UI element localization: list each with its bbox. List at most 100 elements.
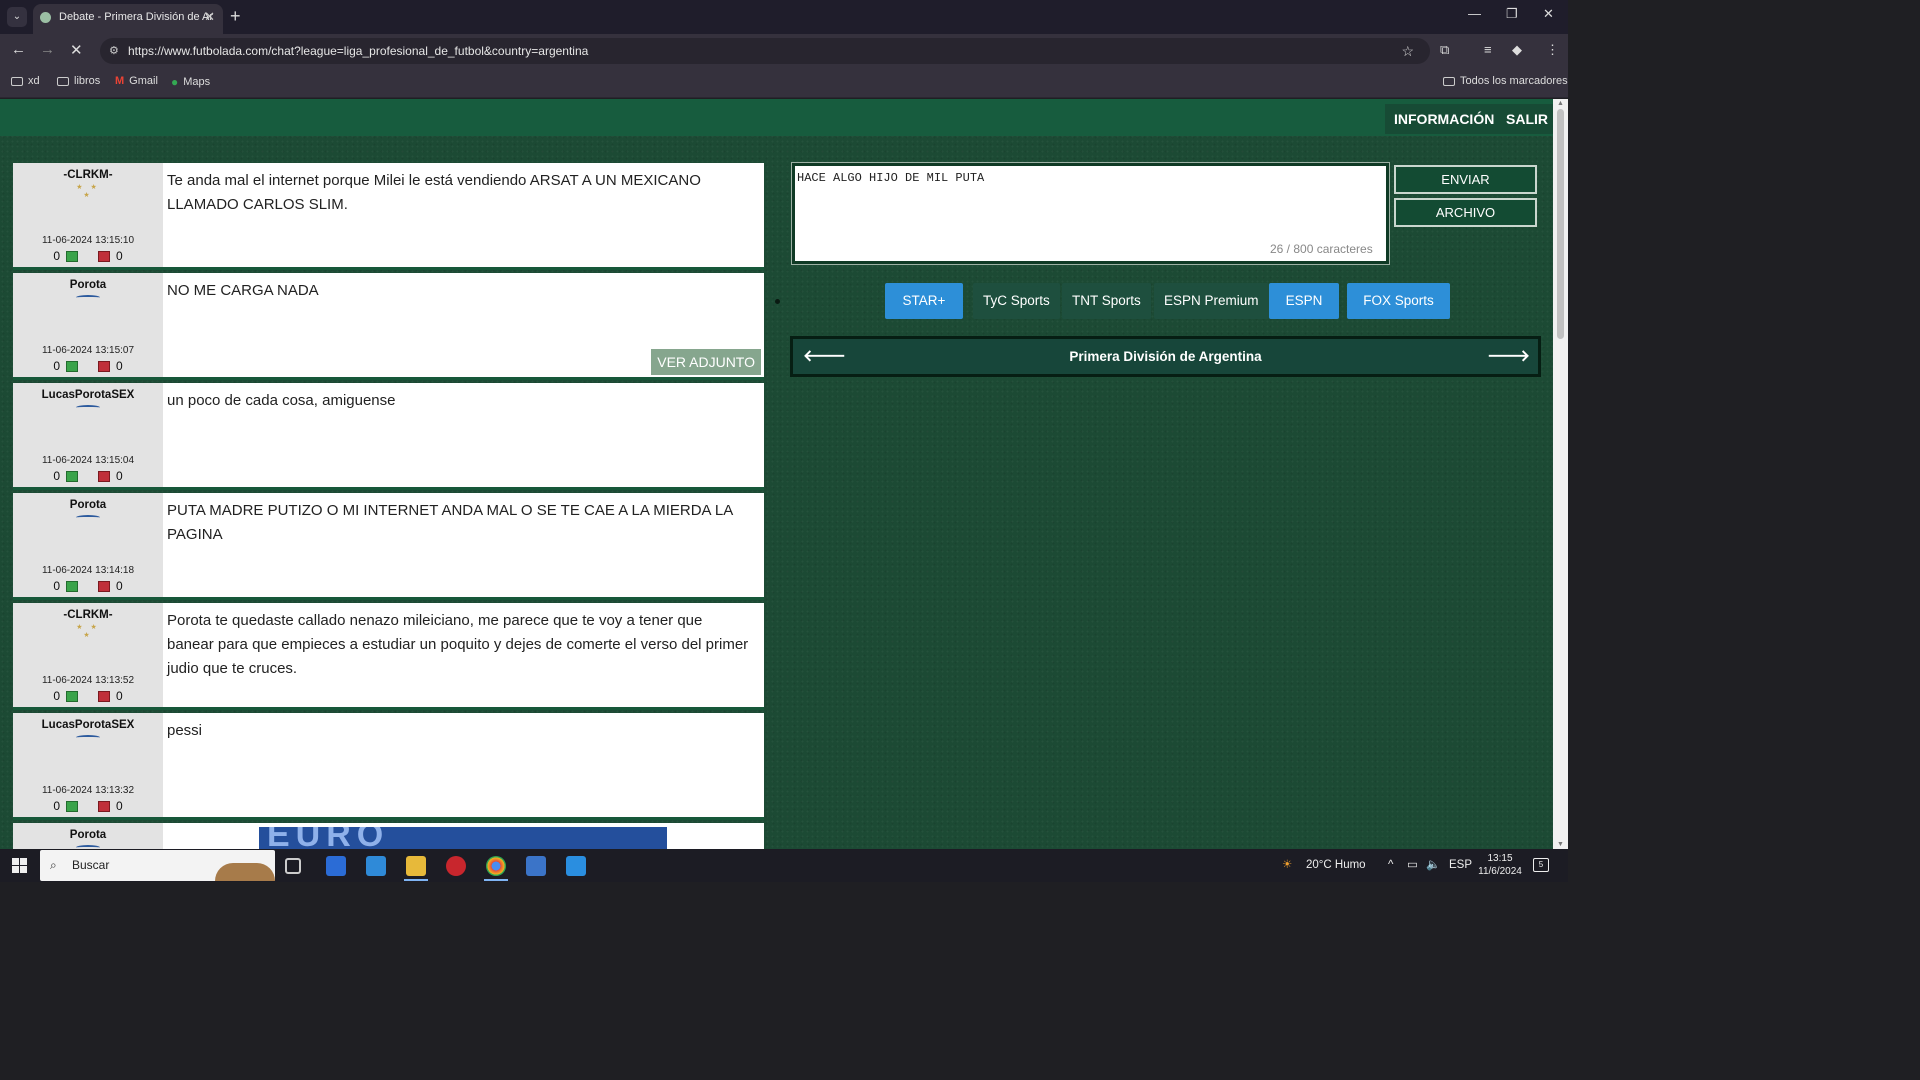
site-settings-icon[interactable]: ⚙ (109, 38, 119, 64)
browser-tab[interactable]: Debate - Primera División de Ar ✕ (33, 4, 223, 34)
channel-tnt-sports[interactable]: TNT Sports (1062, 283, 1151, 319)
all-bookmarks[interactable]: Todos los marcadores (1443, 75, 1568, 87)
next-league-arrow-icon[interactable]: 🡒 (1487, 339, 1530, 374)
extensions-icon[interactable]: ⧉ (1440, 42, 1449, 58)
rank-stars-icon: ★ ★ ★ (76, 184, 100, 199)
channel-espn-premium[interactable]: ESPN Premium (1154, 283, 1269, 319)
downvote-count: 0 (116, 579, 123, 593)
message-text: un poco de cada cosa, amiguense (167, 392, 396, 409)
chat-message: LucasPorotaSEX 11-06-2024 13:15:04 0 0 u… (13, 383, 764, 490)
weather-icon[interactable]: ☀ (1282, 849, 1292, 882)
thumbs-down-icon[interactable] (98, 250, 110, 262)
message-username[interactable]: -CLRKM- (13, 169, 163, 181)
message-votes: 0 0 (13, 579, 163, 593)
window-close-icon[interactable]: ✕ (1543, 6, 1554, 22)
chat-message: -CLRKM- ★ ★ ★ 11-06-2024 13:15:10 0 0 Te… (13, 163, 764, 270)
store-icon[interactable] (326, 856, 346, 876)
thumbs-up-icon[interactable] (66, 360, 78, 372)
thumbs-up-icon[interactable] (66, 800, 78, 812)
menu-kebab-icon[interactable]: ⋮ (1546, 42, 1559, 58)
message-text: PUTA MADRE PUTIZO O MI INTERNET ANDA MAL… (167, 502, 733, 543)
thumbs-up-icon[interactable] (66, 580, 78, 592)
message-username[interactable]: Porota (13, 499, 163, 511)
language-indicator[interactable]: ESP (1449, 849, 1472, 882)
chat-message: LucasPorotaSEX 11-06-2024 13:13:32 0 0 p… (13, 713, 764, 820)
message-username[interactable]: -CLRKM- (13, 609, 163, 621)
thumbs-down-icon[interactable] (98, 800, 110, 812)
send-button[interactable]: ENVIAR (1394, 165, 1537, 194)
folder-icon (1443, 76, 1455, 86)
ad-banner-text: EURO (267, 827, 390, 849)
tab-list-chevron-icon[interactable]: ⌄ (7, 7, 27, 27)
scrollbar-thumb[interactable] (1557, 109, 1564, 339)
network-icon[interactable]: ▭ (1407, 849, 1418, 882)
new-tab-plus-icon[interactable]: + (230, 6, 241, 27)
bookmark-maps[interactable]: ● Maps (171, 75, 210, 89)
scroll-down-icon[interactable]: ▼ (1557, 841, 1564, 848)
file-explorer-icon[interactable] (406, 856, 426, 876)
attach-file-button[interactable]: ARCHIVO (1394, 198, 1537, 227)
weather-text[interactable]: 20°C Humo (1306, 849, 1366, 882)
message-author-panel: LucasPorotaSEX 11-06-2024 13:13:32 0 0 (13, 713, 163, 820)
forward-arrow-icon[interactable]: → (40, 41, 55, 58)
info-button[interactable]: INFORMACIÓN (1385, 104, 1504, 134)
thumbs-down-icon[interactable] (98, 360, 110, 372)
media-controls-icon[interactable]: ≡ (1484, 42, 1492, 57)
mail-icon[interactable] (366, 856, 386, 876)
logout-button[interactable]: SALIR (1497, 104, 1553, 134)
back-arrow-icon[interactable]: ← (11, 41, 26, 58)
channel-espn[interactable]: ESPN (1269, 283, 1339, 319)
message-username[interactable]: LucasPorotaSEX (13, 389, 163, 401)
bookmark-gmail[interactable]: M Gmail (115, 75, 158, 87)
taskbar-search[interactable]: ⌕ Buscar (40, 850, 275, 881)
message-username[interactable]: LucasPorotaSEX (13, 719, 163, 731)
page-scrollbar[interactable]: ▲ ▼ (1553, 99, 1568, 849)
show-hidden-icons-chevron-icon[interactable]: ^ (1388, 849, 1393, 882)
taskbar-clock[interactable]: 13:15 11/6/2024 (1470, 852, 1530, 878)
bullet-dot (775, 299, 780, 304)
address-bar[interactable]: ⚙ https://www.futbolada.com/chat?league=… (100, 38, 1430, 64)
powershell-icon[interactable] (526, 856, 546, 876)
downvote-count: 0 (116, 469, 123, 483)
stop-loading-icon[interactable]: ✕ (70, 41, 83, 59)
thumbs-up-icon[interactable] (66, 250, 78, 262)
upvote-count: 0 (53, 579, 60, 593)
thumbs-up-icon[interactable] (66, 470, 78, 482)
bookmark-label: libros (74, 75, 101, 87)
close-tab-icon[interactable]: ✕ (204, 4, 215, 30)
channel-star-plus[interactable]: STAR+ (885, 283, 963, 319)
message-divider (13, 597, 764, 600)
thumbs-up-icon[interactable] (66, 690, 78, 702)
chat-message: Porota 11-06-2024 13:15:07 0 0 NO ME CAR… (13, 273, 764, 380)
scroll-up-icon[interactable]: ▲ (1557, 100, 1564, 107)
media-app-icon[interactable] (446, 856, 466, 876)
message-username[interactable]: Porota (13, 279, 163, 291)
bookmark-libros[interactable]: libros (57, 75, 100, 87)
message-username[interactable]: Porota (13, 829, 163, 841)
minimize-icon[interactable]: — (1468, 6, 1481, 21)
task-view-icon[interactable] (285, 858, 301, 874)
clock-time: 13:15 (1487, 853, 1513, 864)
message-author-panel: Porota 11-06-2024 13:15:07 0 0 (13, 273, 163, 380)
notifications-icon[interactable]: 5 (1533, 858, 1549, 872)
channel-tyc-sports[interactable]: TyC Sports (973, 283, 1060, 319)
message-text: pessi (167, 722, 203, 739)
gmail-icon: M (115, 75, 125, 87)
message-timestamp: 11-06-2024 13:15:10 (41, 235, 135, 246)
profile-avatar-icon[interactable]: ◆ (1512, 42, 1522, 58)
bookmark-star-icon[interactable]: ☆ (1401, 38, 1414, 64)
euro-ad-image[interactable]: EURO (259, 827, 667, 849)
bookmark-label: Gmail (129, 75, 158, 87)
upvote-count: 0 (53, 249, 60, 263)
view-attachment-button[interactable]: VER ADJUNTO (651, 349, 761, 375)
channel-fox-sports[interactable]: FOX Sports (1347, 283, 1450, 319)
chrome-icon[interactable] (486, 856, 506, 876)
bookmark-xd[interactable]: xd (11, 75, 40, 87)
vscode-icon[interactable] (566, 856, 586, 876)
volume-icon[interactable]: 🔈 (1426, 849, 1440, 882)
thumbs-down-icon[interactable] (98, 580, 110, 592)
thumbs-down-icon[interactable] (98, 470, 110, 482)
windows-start-icon[interactable] (12, 858, 27, 873)
restore-icon[interactable]: ❐ (1506, 6, 1518, 22)
thumbs-down-icon[interactable] (98, 690, 110, 702)
